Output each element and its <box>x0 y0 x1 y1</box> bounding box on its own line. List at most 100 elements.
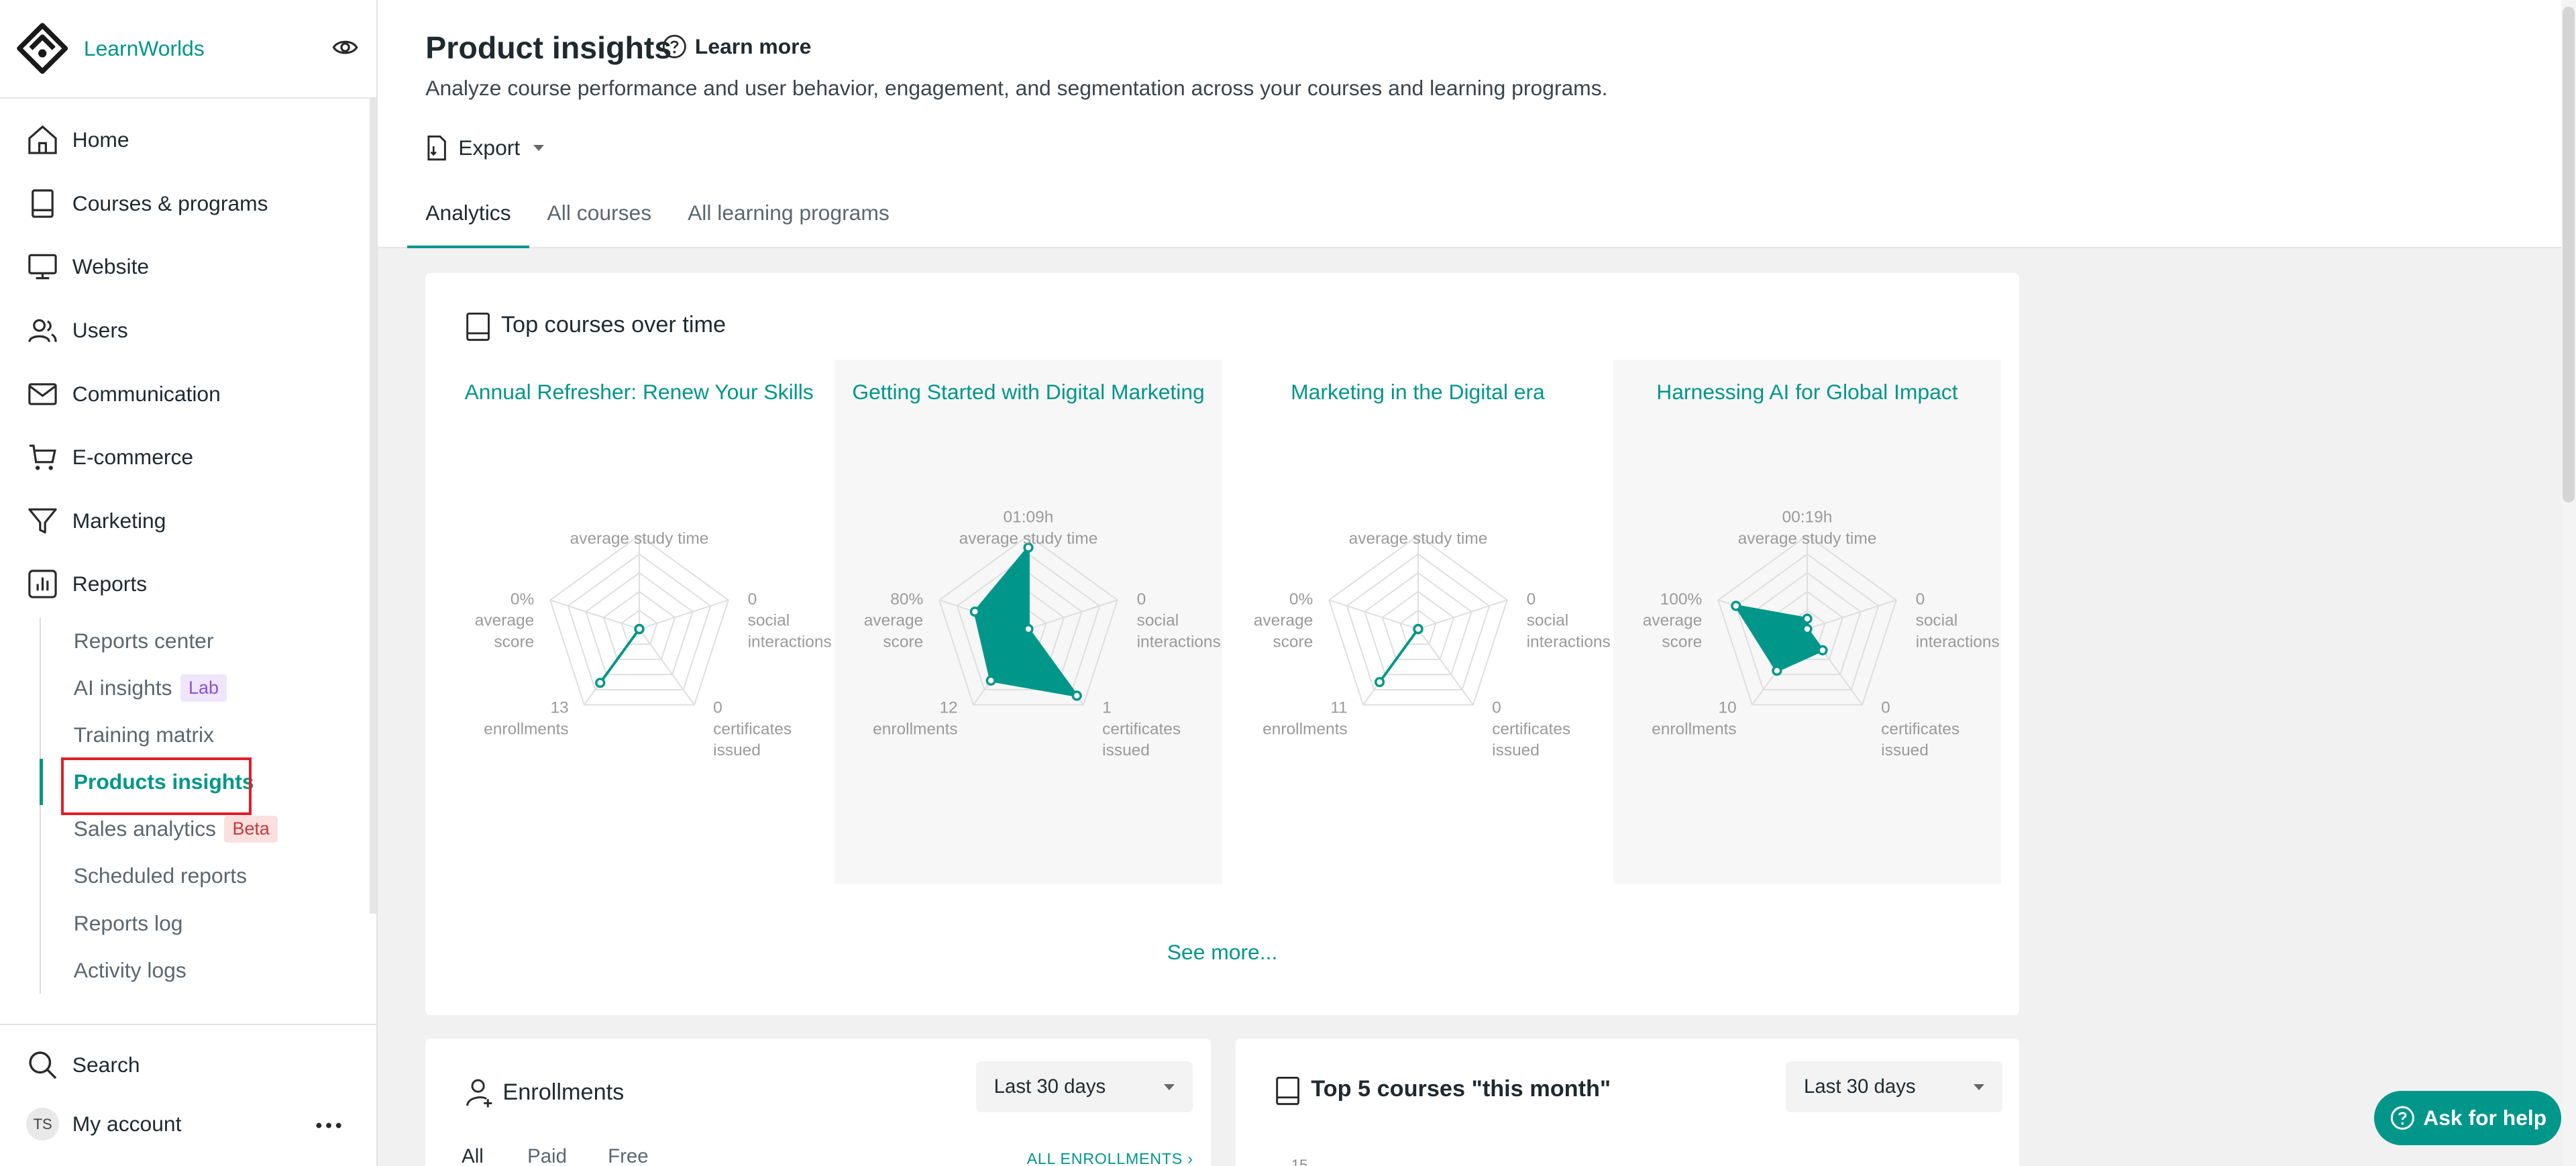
radar-data-area <box>973 544 1080 698</box>
chart-icon <box>28 570 57 598</box>
axis-label-enrollments: 11 enrollments <box>1263 699 1347 739</box>
course-radar-column: Harnessing AI for Global Impact 00:19h ave… <box>1613 360 2001 884</box>
subnav-scheduled-reports[interactable]: Scheduled reports <box>41 853 368 900</box>
tab-bar: Analytics All courses All learning progr… <box>407 197 907 248</box>
nav-item-users[interactable]: Users <box>0 299 376 362</box>
axis-label-social: 0 social interactions <box>1137 590 1221 651</box>
subnav-label: Sales analytics <box>73 816 217 841</box>
nav-label: Communication <box>72 381 221 406</box>
radar-chart: 01:09h average study time 0 social interacti… <box>864 509 1221 760</box>
axis-label-certificates: 0 certificates issued <box>713 699 792 760</box>
brand-name: LearnWorlds <box>83 36 205 60</box>
axis-label-enrollments: 12 enrollments <box>873 699 957 739</box>
page-title: Product insights <box>425 30 672 66</box>
subnav-reports-center[interactable]: Reports center <box>41 618 368 665</box>
enroll-tab-paid[interactable]: Paid <box>527 1145 567 1166</box>
radar-chart: average study time 0 social interactions 0 ce… <box>1253 530 1610 760</box>
nav-item-search[interactable]: Search <box>0 1033 376 1097</box>
axis-label-certificates: 0 certificates issued <box>1881 699 1960 760</box>
page-subtitle: Analyze course performance and user beha… <box>425 75 1608 100</box>
nav-label: My account <box>72 1112 182 1136</box>
subnav-ai-insights[interactable]: AI insights Lab <box>41 665 368 712</box>
subnav-label: Reports center <box>73 629 214 653</box>
nav-label: Website <box>72 254 150 279</box>
book-icon <box>1276 1077 1300 1106</box>
highlight-box <box>60 757 252 815</box>
see-more-link[interactable]: See more... <box>425 940 2019 965</box>
export-file-icon <box>427 135 447 161</box>
active-indicator <box>39 759 43 805</box>
subnav-activity-logs[interactable]: Activity logs <box>41 947 368 994</box>
axis-label-score: 0% average score <box>474 590 533 651</box>
axis-label-study-time: 00:19h average study time <box>1738 509 1877 548</box>
axis-label-enrollments: 10 enrollments <box>1652 699 1736 739</box>
nav-label: Reports <box>72 572 148 596</box>
nav-item-communication[interactable]: Communication <box>0 362 376 426</box>
learn-more-link[interactable]: Learn more <box>695 34 811 59</box>
brand[interactable]: LearnWorlds <box>0 0 377 99</box>
enrollments-range-select[interactable]: Last 30 days <box>975 1061 1193 1112</box>
radar-data-point <box>1023 624 1034 635</box>
sidebar-scrollbar[interactable] <box>370 98 377 914</box>
tab-analytics[interactable]: Analytics <box>407 197 529 248</box>
page-scrollbar-thumb[interactable] <box>2563 6 2575 503</box>
axis-label-social: 0 social interactions <box>747 590 831 651</box>
book-icon <box>466 313 490 341</box>
nav-label: Courses & programs <box>72 191 268 215</box>
nav-label: Users <box>72 317 128 342</box>
learnworlds-logo-icon <box>17 23 68 74</box>
radar-data-point <box>1374 677 1385 688</box>
enroll-tab-all[interactable]: All <box>462 1145 484 1166</box>
nav-label: E-commerce <box>72 445 194 470</box>
nav-label: Search <box>72 1053 140 1077</box>
add-user-icon <box>466 1079 492 1108</box>
radar-data-point <box>1772 666 1782 676</box>
axis-label-study-time: average study time <box>570 530 708 548</box>
subnav-label: Scheduled reports <box>73 863 248 888</box>
help-circle-icon[interactable] <box>662 34 687 59</box>
all-enrollments-link[interactable]: ALL ENROLLMENTS › <box>1027 1150 1193 1166</box>
subnav-label: AI insights <box>73 676 172 700</box>
nav-item-courses[interactable]: Courses & programs <box>0 172 376 235</box>
eye-icon[interactable] <box>332 34 358 60</box>
nav-item-marketing[interactable]: Marketing <box>0 489 376 553</box>
axis-label-certificates: 0 certificates issued <box>1492 699 1570 760</box>
select-value: Last 30 days <box>1804 1075 1916 1098</box>
course-radar-column: Marketing in the Digital era average stud… <box>1224 360 1612 884</box>
nav-item-website[interactable]: Website <box>0 235 376 299</box>
home-icon <box>28 125 57 155</box>
card-title: Top courses over time <box>500 312 727 338</box>
page-header: Product insights Learn more Analyze cour… <box>378 0 2576 248</box>
sidebar: LearnWorlds Home Courses & programs Webs… <box>0 0 378 1166</box>
more-icon[interactable] <box>314 1112 343 1138</box>
axis-label-score: 80% average score <box>864 590 923 651</box>
tab-all-learning-programs[interactable]: All learning programs <box>669 197 908 248</box>
nav-item-reports[interactable]: Reports <box>0 552 376 616</box>
radar-data-point <box>1731 600 1741 612</box>
export-label: Export <box>458 135 521 160</box>
axis-label-social: 0 social interactions <box>1916 590 2000 651</box>
axis-label-score: 100% average score <box>1643 590 1702 651</box>
users-icon <box>28 319 57 343</box>
nav-item-home[interactable]: Home <box>0 109 376 172</box>
radar-data-point <box>985 676 996 686</box>
export-button[interactable]: Export <box>425 135 544 161</box>
filter-icon <box>28 508 57 533</box>
subnav-training-matrix[interactable]: Training matrix <box>41 712 368 759</box>
see-more-label: See more... <box>1167 939 1278 964</box>
tab-all-courses[interactable]: All courses <box>529 197 670 248</box>
radar-data-point <box>1071 690 1082 701</box>
enroll-tab-free[interactable]: Free <box>608 1145 648 1166</box>
avatar: TS <box>26 1108 60 1141</box>
top5-range-select[interactable]: Last 30 days <box>1786 1061 2003 1112</box>
subnav-reports-log[interactable]: Reports log <box>41 900 368 947</box>
radar-data-point <box>634 624 645 635</box>
ask-help-label: Ask for help <box>2423 1106 2547 1130</box>
course-radar-column: Annual Refresher: Renew Your Skills avera… <box>445 360 833 884</box>
nav-item-ecommerce[interactable]: E-commerce <box>0 425 376 489</box>
axis-label-study-time: average study time <box>1348 530 1487 548</box>
card-title: Enrollments <box>502 1079 625 1105</box>
chevron-down-icon <box>533 144 544 151</box>
chevron-down-icon <box>1164 1083 1175 1090</box>
ask-for-help-button[interactable]: Ask for help <box>2373 1091 2561 1145</box>
